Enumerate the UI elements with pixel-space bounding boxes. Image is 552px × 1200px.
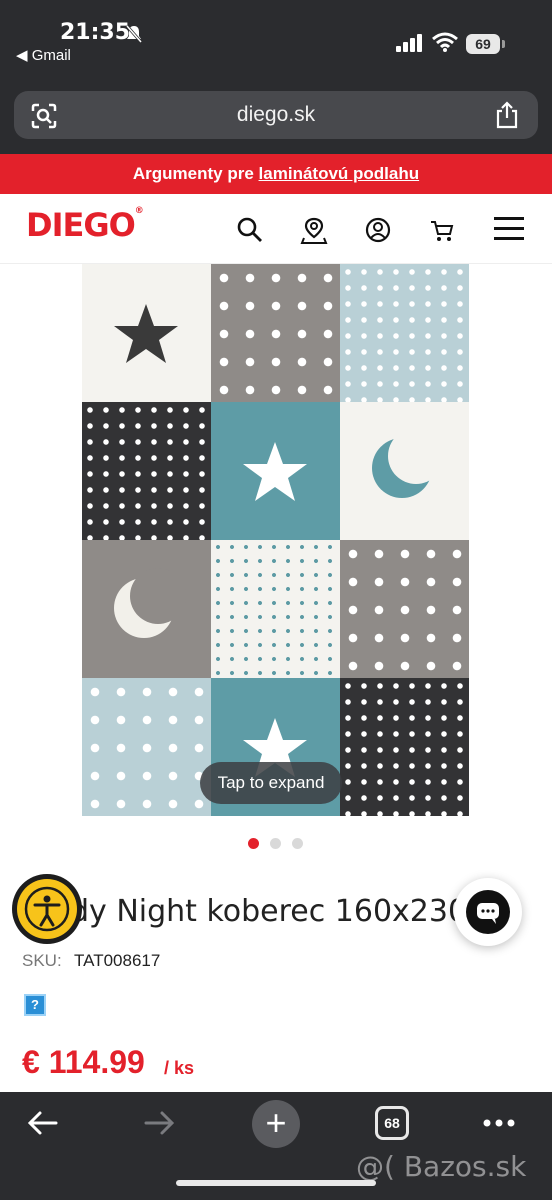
tabs-button[interactable]: 68 — [375, 1106, 409, 1140]
gallery-dot[interactable] — [248, 838, 259, 849]
rug-tile — [340, 264, 469, 402]
rug-tile — [82, 540, 211, 678]
sku-value: TAT008617 — [74, 951, 161, 970]
battery-indicator: 69 — [466, 34, 500, 54]
diego-logo[interactable]: DIEGO® — [26, 206, 144, 244]
accessibility-icon[interactable] — [17, 879, 77, 939]
store-locator-icon[interactable] — [300, 216, 328, 244]
signal-icon — [396, 34, 422, 52]
product-price: € 114.99 — [22, 1044, 145, 1080]
rug-tile — [340, 402, 469, 540]
menu-icon[interactable] — [492, 214, 526, 242]
product-image[interactable] — [82, 264, 470, 816]
clock: 21:35 — [60, 20, 131, 45]
more-icon[interactable] — [482, 1118, 516, 1128]
accessibility-button[interactable] — [12, 874, 82, 944]
new-tab-icon[interactable]: + — [252, 1100, 300, 1148]
rug-tile — [340, 678, 469, 816]
promo-banner[interactable]: Argumenty pre laminátovú podlahu — [0, 154, 552, 194]
rug-tile — [211, 402, 340, 540]
rug-tile — [211, 540, 340, 678]
chat-button[interactable] — [454, 878, 522, 946]
sku-label: SKU: — [22, 951, 62, 970]
chat-icon[interactable] — [466, 890, 510, 934]
site-header: DIEGO® — [0, 194, 552, 264]
gallery-dot[interactable] — [292, 838, 303, 849]
home-indicator[interactable] — [176, 1180, 376, 1186]
rug-tile — [82, 402, 211, 540]
rug-tile — [82, 264, 211, 402]
help-icon[interactable]: ? — [24, 994, 46, 1016]
promo-link[interactable]: laminátovú podlahu — [259, 164, 420, 183]
rug-tile — [82, 678, 211, 816]
browser-toolbar: + 68 @( Bazos.sk — [0, 1092, 552, 1200]
rug-tile — [211, 264, 340, 402]
logo-text: DIEGO — [26, 206, 136, 244]
search-icon[interactable] — [236, 216, 264, 244]
moon-icon — [114, 568, 186, 638]
url-text[interactable]: diego.sk — [14, 103, 538, 127]
web-page: Argumenty pre laminátovú podlahu DIEGO® — [0, 154, 552, 1092]
watermark: @( Bazos.sk — [356, 1150, 527, 1183]
wifi-icon — [432, 32, 458, 52]
promo-text: Argumenty pre — [132, 164, 254, 183]
price-unit: / ks — [164, 1058, 195, 1078]
tap-to-expand-label[interactable]: Tap to expand — [200, 762, 342, 804]
back-arrow-icon[interactable] — [26, 1108, 60, 1138]
back-to-app-link[interactable]: ◀ Gmail — [16, 46, 71, 64]
address-bar[interactable]: diego.sk — [14, 91, 538, 139]
product-title: dy Night koberec 160x230 — [70, 894, 468, 929]
gallery-dot[interactable] — [270, 838, 281, 849]
logo-mark: ® — [134, 206, 144, 216]
bell-slash-icon — [125, 25, 143, 43]
cart-icon[interactable] — [428, 216, 456, 244]
account-icon[interactable] — [364, 216, 392, 244]
forward-arrow-icon[interactable] — [142, 1108, 176, 1138]
moon-icon — [372, 428, 444, 498]
star-icon — [114, 304, 178, 363]
battery-tip — [502, 40, 505, 48]
star-icon — [243, 442, 307, 501]
status-bar: 21:35 ◀ Gmail 69 — [0, 0, 552, 80]
share-icon[interactable] — [494, 101, 520, 129]
rug-tile — [340, 540, 469, 678]
